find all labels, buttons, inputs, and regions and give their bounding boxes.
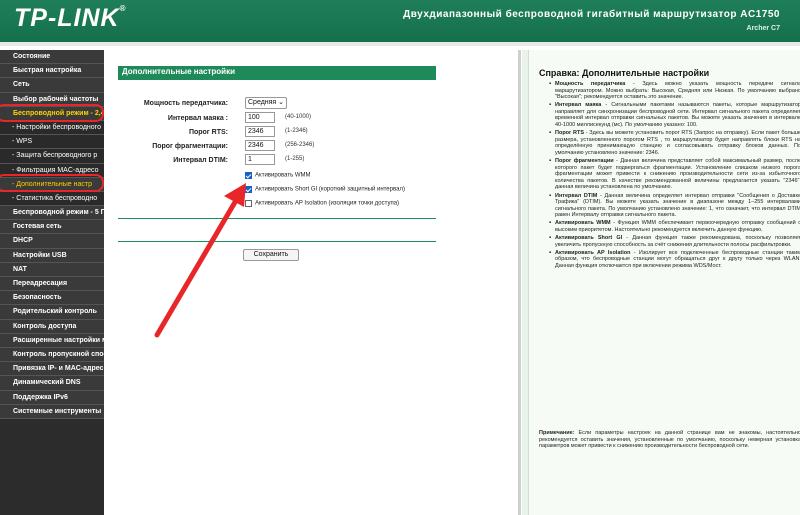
help-item: Интервал DTIM - Данная величина определя… xyxy=(549,193,800,219)
rts-label: Порог RTS: xyxy=(188,129,228,136)
sidebar-item[interactable]: Быстрая настройка xyxy=(0,64,104,79)
sidebar-item[interactable]: Настройки USB xyxy=(0,248,104,263)
dtim-row: Интервал DTIM: xyxy=(104,155,228,169)
rts-hint: (1-2346) xyxy=(285,128,308,134)
wmm-row[interactable]: Активировать WMM xyxy=(245,172,311,182)
rts-row: Порог RTS: xyxy=(104,127,228,141)
ap-isolation-checkbox[interactable] xyxy=(245,200,252,207)
sidebar-item[interactable]: Расширенные настройки м xyxy=(0,333,104,348)
help-item: Активировать AP Isolation - Изолирует вс… xyxy=(549,250,800,270)
short-gi-row[interactable]: Активировать Short GI (короткий защитный… xyxy=(245,186,405,196)
short-gi-label: Активировать Short GI (короткий защитный… xyxy=(255,186,405,193)
tx-power-row: Мощность передатчика: xyxy=(104,98,228,112)
save-button[interactable]: Сохранить xyxy=(243,249,299,261)
tx-power-value: Средняя xyxy=(248,99,277,106)
dtim-label: Интервал DTIM: xyxy=(173,157,228,164)
annotation-ring-advanced xyxy=(0,174,104,192)
help-item: Активировать Short GI - Данная функция т… xyxy=(549,235,800,248)
beacon-hint: (40-1000) xyxy=(285,114,312,120)
beacon-label: Интервал маяка : xyxy=(167,115,228,122)
sidebar-item[interactable]: Динамический DNS xyxy=(0,376,104,391)
wmm-checkbox[interactable] xyxy=(245,172,252,179)
sidebar-item[interactable]: Системные инструменты xyxy=(0,404,104,419)
help-note-term: Примечание: xyxy=(539,430,575,436)
panel-separator xyxy=(518,50,521,515)
sidebar-item[interactable]: - WPS xyxy=(0,135,104,150)
tx-power-select[interactable]: Средняя ⌄ xyxy=(245,97,287,109)
help-item-term: Порог фрагментации xyxy=(555,158,614,165)
beacon-row: Интервал маяка : xyxy=(104,113,228,127)
frag-hint: (256-2346) xyxy=(285,142,315,148)
sidebar-item[interactable]: Поддержка IPv6 xyxy=(0,390,104,405)
sidebar-item[interactable]: Контроль доступа xyxy=(0,319,104,334)
help-item-term: Активировать WMM xyxy=(555,220,611,227)
sidebar-item[interactable]: DHCP xyxy=(0,234,104,249)
help-panel: Справка: Дополнительные настройки Мощнос… xyxy=(522,50,800,515)
help-item: Интервал маяка - Сигнальными пакетами на… xyxy=(549,102,800,128)
help-title: Справка: Дополнительные настройки xyxy=(539,68,710,78)
model-title: Двухдиапазонный беспроводной гигабитный … xyxy=(403,9,780,20)
frag-label: Порог фрагментации: xyxy=(152,143,228,150)
sidebar-item[interactable]: - Защита беспроводного р xyxy=(0,149,104,164)
help-list: Мощность передатчика - Здесь можно указа… xyxy=(549,81,800,271)
help-content: Справка: Дополнительные настройки Мощнос… xyxy=(528,50,800,515)
short-gi-checkbox[interactable] xyxy=(245,186,252,193)
annotation-ring-wireless xyxy=(0,104,104,122)
help-item: Порог RTS - Здесь вы можете установить п… xyxy=(549,130,800,156)
sidebar-item[interactable]: Контроль пропускной спос xyxy=(0,347,104,363)
model-name: Archer C7 xyxy=(746,25,780,32)
form-divider-bottom xyxy=(118,241,436,242)
chevron-down-icon: ⌄ xyxy=(278,99,284,106)
help-item-term: Порог RTS xyxy=(555,130,585,137)
router-admin-page: TP-LINK® Двухдиапазонный беспроводной ги… xyxy=(0,0,800,515)
frag-row: Порог фрагментации: xyxy=(104,141,228,155)
ap-isolation-row[interactable]: Активировать AP Isolation (изоляция точк… xyxy=(245,200,399,210)
frag-input[interactable] xyxy=(245,140,275,151)
header-divider xyxy=(0,42,800,46)
help-note: Примечание: Если параметры настроек на д… xyxy=(539,430,800,450)
help-item-term: Интервал маяка xyxy=(555,102,602,109)
sidebar-item[interactable]: Переадресация xyxy=(0,277,104,292)
rts-input[interactable] xyxy=(245,126,275,137)
wmm-label: Активировать WMM xyxy=(255,172,311,179)
sidebar-item[interactable]: Родительский контроль xyxy=(0,305,104,320)
sidebar-item[interactable]: Состояние xyxy=(0,50,104,65)
help-item: Порог фрагментации - Данная величина пре… xyxy=(549,158,800,191)
help-item-term: Активировать AP Isolation xyxy=(555,249,631,256)
sidebar-item[interactable]: Гостевая сеть xyxy=(0,220,104,235)
beacon-input[interactable] xyxy=(245,112,275,123)
tx-power-label: Мощность передатчика: xyxy=(143,100,228,107)
help-note-text: Если параметры настроек на данной страни… xyxy=(539,430,800,450)
help-item: Мощность передатчика - Здесь можно указа… xyxy=(549,81,800,101)
sidebar-item[interactable]: Безопасность xyxy=(0,291,104,306)
main-panel: Дополнительные настройки Мощность переда… xyxy=(104,50,519,515)
section-header: Дополнительные настройки xyxy=(118,66,436,80)
sidebar-item[interactable]: - Статистика беспроводно xyxy=(0,191,104,207)
help-item-text: - Здесь вы можете установить порог RTS (… xyxy=(555,130,800,156)
sidebar-item[interactable]: Беспроводной режим - 5 Г xyxy=(0,206,104,221)
help-item-term: Мощность передатчика xyxy=(555,81,626,87)
section-title: Дополнительные настройки xyxy=(122,67,235,76)
sidebar-item[interactable]: Привязка IP- и MAC-адрес xyxy=(0,362,104,377)
tp-link-logo: TP-LINK® xyxy=(14,4,127,32)
help-item-term: Активировать Short GI xyxy=(555,235,623,242)
help-item: Активировать WMM - Функция WMM обеспечив… xyxy=(549,220,800,233)
help-item-term: Интервал DTIM xyxy=(555,192,598,199)
header: TP-LINK® Двухдиапазонный беспроводной ги… xyxy=(0,0,800,42)
dtim-input[interactable] xyxy=(245,154,275,165)
ap-isolation-label: Активировать AP Isolation (изоляция точк… xyxy=(255,200,400,207)
dtim-hint: (1-255) xyxy=(285,156,305,162)
sidebar-item[interactable]: - Настройки беспроводного xyxy=(0,120,104,136)
sidebar-item[interactable]: NAT xyxy=(0,262,104,277)
form-divider-top xyxy=(118,218,436,219)
sidebar-item[interactable]: Сеть xyxy=(0,78,104,93)
